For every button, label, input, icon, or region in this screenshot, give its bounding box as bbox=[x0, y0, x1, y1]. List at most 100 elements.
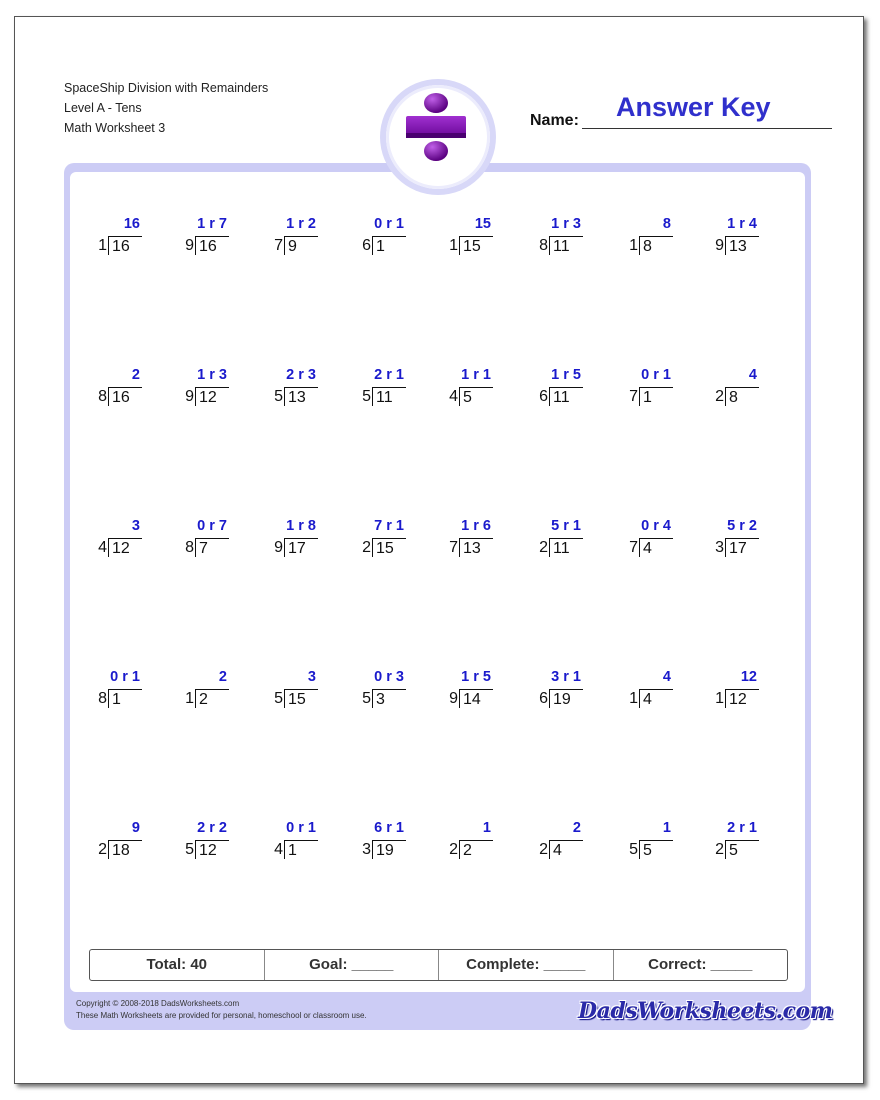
divisor: 1 bbox=[185, 690, 194, 707]
answer-quotient: 0 r 1 bbox=[286, 820, 316, 836]
division-problem: 0 r 787 bbox=[183, 518, 263, 558]
division-problem: 2 r 3 5 13 bbox=[272, 367, 352, 407]
divisor: 3 bbox=[715, 539, 724, 556]
answer-quotient: 1 bbox=[482, 820, 491, 836]
divisor: 1 bbox=[629, 690, 638, 707]
divisor: 2 bbox=[715, 388, 724, 405]
dividend: 1 bbox=[639, 387, 673, 406]
dividend: 11 bbox=[549, 538, 583, 557]
division-problem: 224 bbox=[537, 820, 617, 860]
answer-quotient: 4 bbox=[748, 367, 757, 383]
dividend: 11 bbox=[549, 387, 583, 406]
divisor: 4 bbox=[274, 841, 283, 858]
dividend: 15 bbox=[372, 538, 406, 557]
answer-quotient: 7 r 1 bbox=[374, 518, 404, 534]
division-problem: 16 1 16 bbox=[96, 216, 176, 256]
goal-field: Goal: _____ bbox=[265, 950, 439, 980]
dividend: 12 bbox=[195, 387, 229, 406]
answer-quotient: 3 bbox=[131, 518, 140, 534]
answer-quotient: 0 r 1 bbox=[641, 367, 671, 383]
answer-quotient: 0 r 7 bbox=[197, 518, 227, 534]
division-problem: 5 r 2 3 17 bbox=[713, 518, 793, 558]
divisor: 6 bbox=[539, 690, 548, 707]
division-problem: 3 4 12 bbox=[96, 518, 176, 558]
answer-quotient: 2 r 1 bbox=[727, 820, 757, 836]
answer-quotient: 8 bbox=[662, 216, 671, 232]
division-problem: 5 r 1 2 11 bbox=[537, 518, 617, 558]
divisor: 4 bbox=[98, 539, 107, 556]
division-problem: 1 r 5 6 11 bbox=[537, 367, 617, 407]
division-problem: 9 2 18 bbox=[96, 820, 176, 860]
divisor: 2 bbox=[449, 841, 458, 858]
divisor: 2 bbox=[715, 841, 724, 858]
division-problem: 1 r 6 7 13 bbox=[447, 518, 527, 558]
answer-quotient: 0 r 1 bbox=[110, 669, 140, 685]
divisor: 9 bbox=[715, 237, 724, 254]
answer-quotient: 2 bbox=[572, 820, 581, 836]
dividend: 16 bbox=[195, 236, 229, 255]
division-problem: 818 bbox=[627, 216, 707, 256]
answer-quotient: 1 r 1 bbox=[461, 367, 491, 383]
brand-logo: DadsWorksheets.com bbox=[578, 998, 833, 1024]
dividend: 14 bbox=[459, 689, 493, 708]
division-problem: 0 r 141 bbox=[272, 820, 352, 860]
divisor: 9 bbox=[185, 388, 194, 405]
dividend: 1 bbox=[372, 236, 406, 255]
answer-quotient: 2 r 3 bbox=[286, 367, 316, 383]
answer-quotient: 1 r 2 bbox=[286, 216, 316, 232]
divisor: 5 bbox=[362, 690, 371, 707]
division-problem: 414 bbox=[627, 669, 707, 709]
answer-quotient: 1 r 5 bbox=[551, 367, 581, 383]
dividend: 8 bbox=[725, 387, 759, 406]
complete-field: Complete: _____ bbox=[439, 950, 614, 980]
dividend: 13 bbox=[459, 538, 493, 557]
dividend: 17 bbox=[284, 538, 318, 557]
division-problem: 4 28 bbox=[713, 367, 793, 407]
divisor: 9 bbox=[449, 690, 458, 707]
division-problem: 0 r 181 bbox=[96, 669, 176, 709]
divisor: 1 bbox=[715, 690, 724, 707]
dividend: 16 bbox=[108, 387, 142, 406]
dividend: 7 bbox=[195, 538, 229, 557]
usage-note: These Math Worksheets are provided for p… bbox=[76, 1011, 367, 1020]
division-problem: 1 r 145 bbox=[447, 367, 527, 407]
divisor: 5 bbox=[185, 841, 194, 858]
division-problem: 7 r 1 2 15 bbox=[360, 518, 440, 558]
divisor: 6 bbox=[539, 388, 548, 405]
divisor: 1 bbox=[449, 237, 458, 254]
divisor: 5 bbox=[274, 690, 283, 707]
answer-quotient: 1 r 7 bbox=[197, 216, 227, 232]
division-problem: 1 r 8 9 17 bbox=[272, 518, 352, 558]
answer-quotient: 1 r 8 bbox=[286, 518, 316, 534]
dividend: 3 bbox=[372, 689, 406, 708]
dividend: 13 bbox=[284, 387, 318, 406]
answer-quotient: 1 r 3 bbox=[551, 216, 581, 232]
dividend: 15 bbox=[284, 689, 318, 708]
answer-quotient: 3 r 1 bbox=[551, 669, 581, 685]
correct-field: Correct: _____ bbox=[648, 956, 753, 973]
division-problem: 2 r 2 5 12 bbox=[183, 820, 263, 860]
divisor: 3 bbox=[362, 841, 371, 858]
dividend: 19 bbox=[372, 840, 406, 859]
copyright-text: Copyright © 2008-2018 DadsWorksheets.com bbox=[76, 999, 240, 1008]
division-problem: 1 r 5 9 14 bbox=[447, 669, 527, 709]
division-problem: 1 22 bbox=[447, 820, 527, 860]
divisor: 5 bbox=[362, 388, 371, 405]
answer-quotient: 1 r 3 bbox=[197, 367, 227, 383]
dividend: 8 bbox=[639, 236, 673, 255]
dividend: 5 bbox=[459, 387, 493, 406]
division-problem: 2 r 125 bbox=[713, 820, 793, 860]
dividend: 1 bbox=[108, 689, 142, 708]
divisor: 4 bbox=[449, 388, 458, 405]
dividend: 2 bbox=[195, 689, 229, 708]
divisor: 7 bbox=[629, 539, 638, 556]
dividend: 18 bbox=[108, 840, 142, 859]
division-problem: 1 r 3 8 11 bbox=[537, 216, 617, 256]
answer-quotient: 15 bbox=[474, 216, 491, 232]
answer-quotient: 9 bbox=[131, 820, 140, 836]
division-problem: 15 1 15 bbox=[447, 216, 527, 256]
divisor: 2 bbox=[539, 539, 548, 556]
dividend: 12 bbox=[195, 840, 229, 859]
dividend: 15 bbox=[459, 236, 493, 255]
answer-quotient: 5 r 2 bbox=[727, 518, 757, 534]
